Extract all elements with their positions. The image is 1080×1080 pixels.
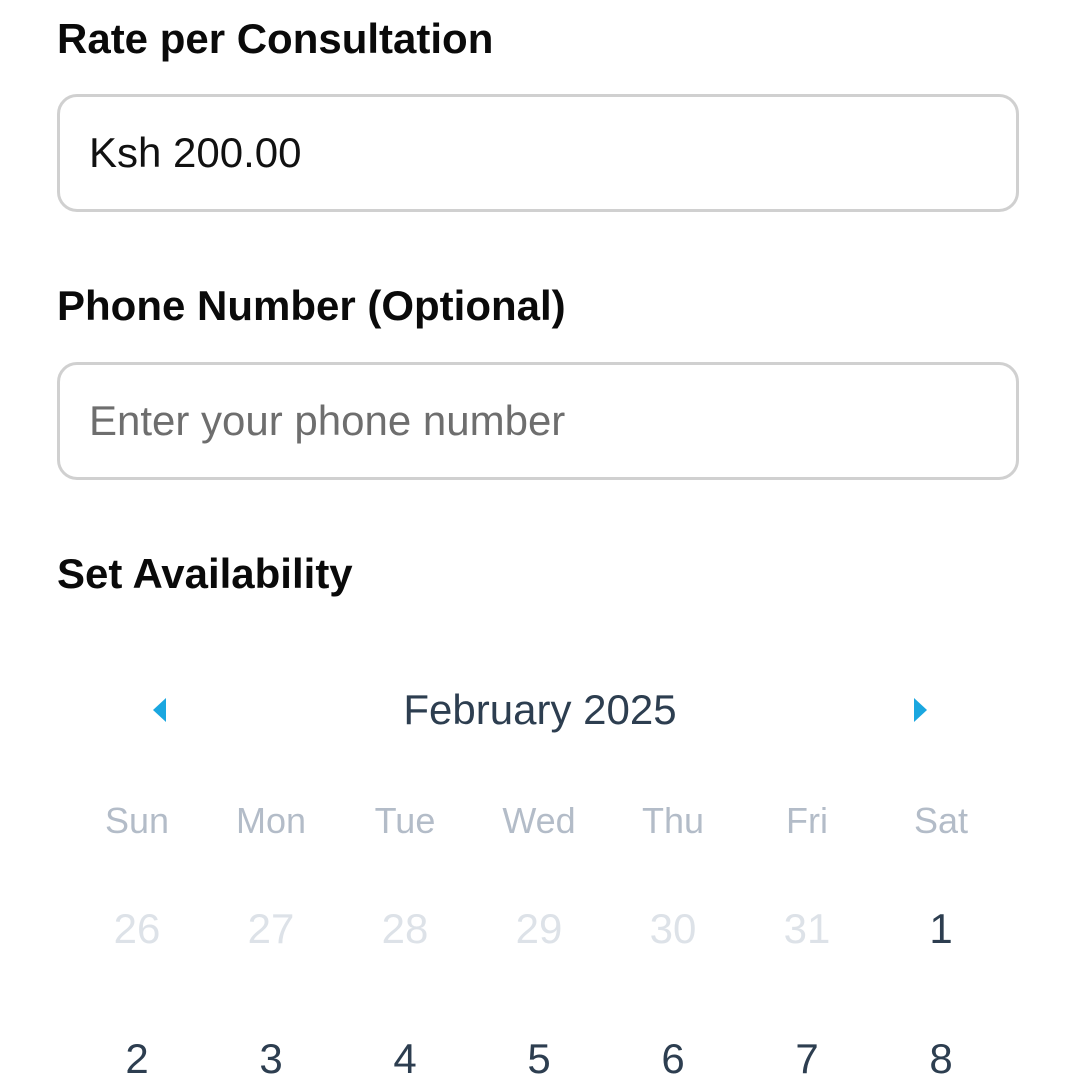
weekday-header-row: Sun Mon Tue Wed Thu Fri Sat <box>70 800 1010 842</box>
month-title: February 2025 <box>403 686 677 733</box>
calendar-week-row: 26 27 28 29 30 31 1 <box>70 905 1010 953</box>
rate-field[interactable] <box>57 94 1019 212</box>
calendar-day-outside-month: 27 <box>247 905 295 952</box>
calendar-day[interactable]: 8 <box>874 1035 1008 1080</box>
weekday-label: Mon <box>235 800 307 841</box>
calendar-day[interactable]: 6 <box>606 1035 740 1080</box>
next-month-button[interactable] <box>900 695 940 725</box>
phone-field[interactable] <box>57 362 1019 480</box>
weekday-label: Thu <box>641 800 705 841</box>
weekday-label: Sat <box>913 800 969 841</box>
calendar-day[interactable]: 4 <box>338 1035 472 1080</box>
calendar-day[interactable]: 5 <box>472 1035 606 1080</box>
calendar-header: February 2025 <box>100 680 980 740</box>
weekday-label: Wed <box>502 800 576 841</box>
rate-input[interactable] <box>89 129 1016 177</box>
profile-settings-form: Rate per Consultation Phone Number (Opti… <box>0 0 1080 1080</box>
calendar-day-outside-month: 31 <box>783 905 831 952</box>
availability-label: Set Availability <box>57 550 353 597</box>
weekday-label: Fri <box>786 800 828 841</box>
calendar-day[interactable]: 7 <box>740 1035 874 1080</box>
weekday-label: Sun <box>104 800 170 841</box>
calendar-day[interactable]: 2 <box>70 1035 204 1080</box>
calendar-day-outside-month: 30 <box>649 905 697 952</box>
calendar-day[interactable]: 1 <box>874 905 1008 953</box>
calendar-day-outside-month: 26 <box>113 905 161 952</box>
calendar-day-outside-month: 29 <box>515 905 563 952</box>
calendar-day-outside-month: 28 <box>381 905 429 952</box>
rate-label: Rate per Consultation <box>57 15 494 62</box>
phone-input[interactable] <box>89 397 1016 445</box>
calendar-week-row: 2 3 4 5 6 7 8 <box>70 1035 1010 1080</box>
calendar-day[interactable]: 3 <box>204 1035 338 1080</box>
weekday-label: Tue <box>374 800 436 841</box>
caret-right-icon <box>914 698 927 722</box>
phone-label: Phone Number (Optional) <box>57 282 566 329</box>
